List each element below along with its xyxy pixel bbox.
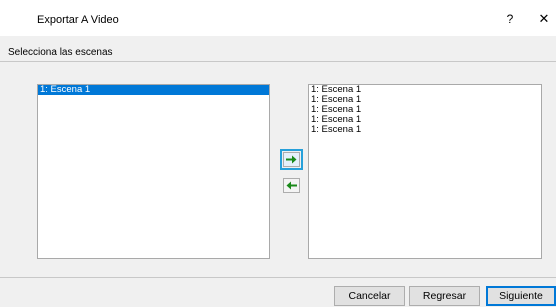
arrow-left-icon bbox=[286, 181, 297, 190]
back-button[interactable]: Regresar bbox=[409, 286, 480, 306]
cancel-button[interactable]: Cancelar bbox=[334, 286, 405, 306]
window-title: Exportar A Video bbox=[37, 14, 119, 26]
close-button[interactable]: ✕ bbox=[536, 11, 552, 27]
footer-divider bbox=[0, 277, 556, 278]
add-scene-button[interactable] bbox=[280, 149, 303, 170]
section-divider bbox=[0, 61, 556, 62]
selected-scenes-list[interactable]: 1: Escena 1 1: Escena 1 1: Escena 1 1: E… bbox=[308, 84, 542, 259]
arrow-right-icon bbox=[286, 155, 297, 164]
dialog-body: Selecciona las escenas 1: Escena 1 1: Es… bbox=[0, 36, 556, 307]
selected-scene-item[interactable]: 1: Escena 1 bbox=[309, 125, 541, 135]
help-button[interactable]: ? bbox=[502, 11, 518, 27]
available-scene-item[interactable]: 1: Escena 1 bbox=[38, 85, 269, 95]
title-bar: Exportar A Video ? ✕ bbox=[0, 0, 556, 36]
section-label: Selecciona las escenas bbox=[8, 47, 113, 58]
remove-scene-button[interactable] bbox=[283, 178, 300, 193]
next-button[interactable]: Siguiente bbox=[486, 286, 556, 306]
available-scenes-list[interactable]: 1: Escena 1 bbox=[37, 84, 270, 259]
